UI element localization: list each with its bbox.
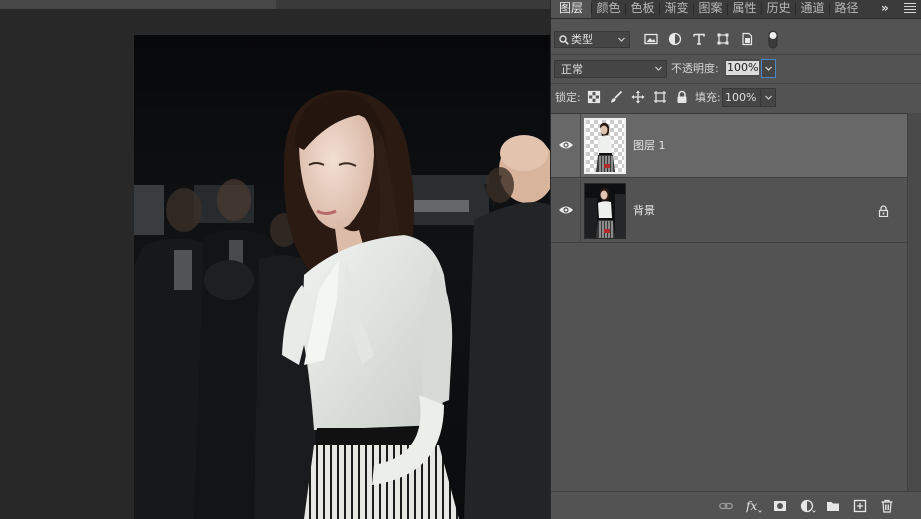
panel-tab-bar: 图层 颜色 色板 渐变 图案 属性 历史 通道 路径 » bbox=[551, 0, 921, 19]
more-tabs-chevron-icon[interactable]: » bbox=[881, 0, 895, 18]
eye-icon[interactable] bbox=[558, 204, 574, 216]
type-filter-icon[interactable] bbox=[692, 32, 706, 46]
visibility-divider bbox=[580, 179, 581, 242]
add-mask-icon[interactable] bbox=[773, 499, 787, 513]
tab-history[interactable]: 历史 bbox=[762, 0, 795, 18]
filter-kind-label: 类型 bbox=[571, 33, 593, 46]
layer-name[interactable]: 图层 1 bbox=[633, 138, 666, 153]
panel-menu-icon[interactable] bbox=[904, 3, 916, 14]
chevron-down-icon bbox=[765, 95, 772, 100]
tab-paths[interactable]: 路径 bbox=[830, 0, 863, 18]
chevron-down-icon bbox=[765, 66, 772, 71]
chevron-down-icon bbox=[618, 37, 625, 42]
tab-properties[interactable]: 属性 bbox=[728, 0, 761, 18]
eye-icon[interactable] bbox=[558, 139, 574, 151]
filter-toggle-switch[interactable] bbox=[768, 30, 778, 49]
layer-row[interactable]: 背景 bbox=[551, 179, 907, 243]
layers-bottom-toolbar: fx bbox=[551, 491, 921, 519]
visibility-divider bbox=[580, 114, 581, 177]
new-layer-icon[interactable] bbox=[853, 499, 867, 513]
lock-label: 锁定: bbox=[555, 91, 581, 104]
chevron-down-icon bbox=[655, 66, 662, 71]
row-divider bbox=[551, 83, 921, 84]
image-filter-icon[interactable] bbox=[644, 32, 658, 46]
layers-scrollbar[interactable] bbox=[907, 113, 921, 491]
fill-value: 100% bbox=[725, 91, 757, 104]
lock-transparent-pixels-icon[interactable] bbox=[587, 90, 601, 104]
opacity-input[interactable]: 100% bbox=[725, 59, 760, 77]
tab-layers[interactable]: 图层 bbox=[551, 0, 591, 18]
delete-layer-icon[interactable] bbox=[880, 499, 894, 513]
document-tab-strip bbox=[0, 0, 550, 9]
opacity-slider-button[interactable] bbox=[761, 59, 776, 78]
blend-mode-value: 正常 bbox=[561, 63, 583, 76]
layer-filter-select[interactable]: 类型 bbox=[554, 31, 630, 48]
layer-thumbnail[interactable] bbox=[584, 118, 626, 174]
smart-object-filter-icon[interactable] bbox=[740, 32, 754, 46]
layer-thumbnail[interactable] bbox=[584, 183, 626, 239]
layers-panel: 图层 颜色 色板 渐变 图案 属性 历史 通道 路径 » 类型 正常 不透明度:… bbox=[550, 0, 921, 519]
row-divider bbox=[551, 54, 921, 55]
fx-icon[interactable]: fx bbox=[746, 499, 762, 513]
field-divider bbox=[760, 89, 761, 106]
blend-mode-select[interactable]: 正常 bbox=[554, 60, 667, 78]
adjustment-filter-icon[interactable] bbox=[668, 32, 682, 46]
fill-label: 填充: bbox=[695, 91, 721, 104]
layer-name[interactable]: 背景 bbox=[633, 203, 655, 218]
lock-all-icon[interactable] bbox=[675, 90, 689, 104]
tab-swatches[interactable]: 色板 bbox=[626, 0, 659, 18]
canvas-area[interactable] bbox=[0, 9, 550, 519]
tab-patterns[interactable]: 图案 bbox=[694, 0, 727, 18]
lock-image-pixels-icon[interactable] bbox=[609, 90, 623, 104]
tab-color[interactable]: 颜色 bbox=[592, 0, 625, 18]
layer-row[interactable]: 图层 1 bbox=[551, 114, 907, 178]
tab-channels[interactable]: 通道 bbox=[796, 0, 829, 18]
document-tab[interactable] bbox=[0, 0, 276, 9]
link-layers-icon[interactable] bbox=[719, 499, 733, 513]
fill-input[interactable]: 100% bbox=[722, 88, 776, 107]
background-lock-icon[interactable] bbox=[878, 205, 889, 217]
shape-filter-icon[interactable] bbox=[716, 32, 730, 46]
canvas-image[interactable] bbox=[134, 35, 550, 519]
layer-thumbnail-image bbox=[585, 184, 625, 238]
opacity-label: 不透明度: bbox=[671, 62, 719, 75]
new-adjustment-icon[interactable] bbox=[800, 499, 816, 513]
search-icon bbox=[559, 35, 569, 45]
new-group-icon[interactable] bbox=[826, 499, 840, 513]
photo-artwork bbox=[134, 35, 550, 519]
lock-position-icon[interactable] bbox=[631, 90, 645, 104]
layers-list: 图层 1 背景 bbox=[551, 113, 921, 492]
svg-text:fx: fx bbox=[746, 499, 757, 513]
tab-gradients[interactable]: 渐变 bbox=[660, 0, 693, 18]
layer-thumbnail-image bbox=[586, 120, 624, 172]
opacity-value: 100% bbox=[726, 61, 760, 75]
lock-artboard-icon[interactable] bbox=[653, 90, 667, 104]
